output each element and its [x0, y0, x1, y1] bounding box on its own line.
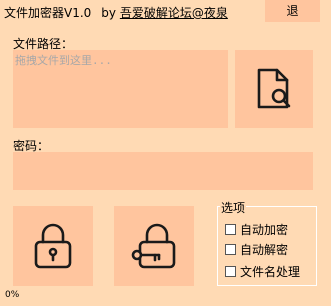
lock-icon	[34, 223, 72, 269]
encrypt-button[interactable]	[13, 206, 93, 286]
auto-encrypt-label: 自动加密	[240, 223, 289, 237]
filename-processing-label: 文件名处理	[240, 265, 301, 279]
decrypt-button[interactable]	[114, 206, 194, 286]
by-label: by	[101, 6, 117, 20]
auto-decrypt-label: 自动解密	[240, 243, 289, 257]
password-input[interactable]	[13, 152, 313, 190]
auto-encrypt-checkbox[interactable]	[225, 224, 236, 235]
drop-placeholder: 拖拽文件到这里...	[15, 54, 112, 67]
file-drop-area[interactable]: 拖拽文件到这里...	[13, 50, 228, 128]
filename-processing-checkbox[interactable]	[225, 266, 236, 277]
options-title: 选项	[220, 199, 247, 216]
exit-button[interactable]: 退	[265, 0, 320, 22]
auto-decrypt-option[interactable]: 自动解密	[225, 241, 288, 258]
progress-text: 0%	[5, 290, 20, 300]
author-link[interactable]: 吾爱破解论坛@夜泉	[120, 6, 228, 20]
app-title: 文件加密器V1.0	[4, 6, 92, 20]
title-bar: 文件加密器V1.0 by 吾爱破解论坛@夜泉	[4, 4, 228, 21]
file-search-icon	[257, 68, 291, 109]
auto-decrypt-checkbox[interactable]	[225, 244, 236, 255]
auto-encrypt-option[interactable]: 自动加密	[225, 221, 288, 238]
browse-file-button[interactable]	[235, 50, 313, 128]
unlock-key-icon	[131, 223, 176, 269]
filename-processing-option[interactable]: 文件名处理	[225, 263, 300, 280]
